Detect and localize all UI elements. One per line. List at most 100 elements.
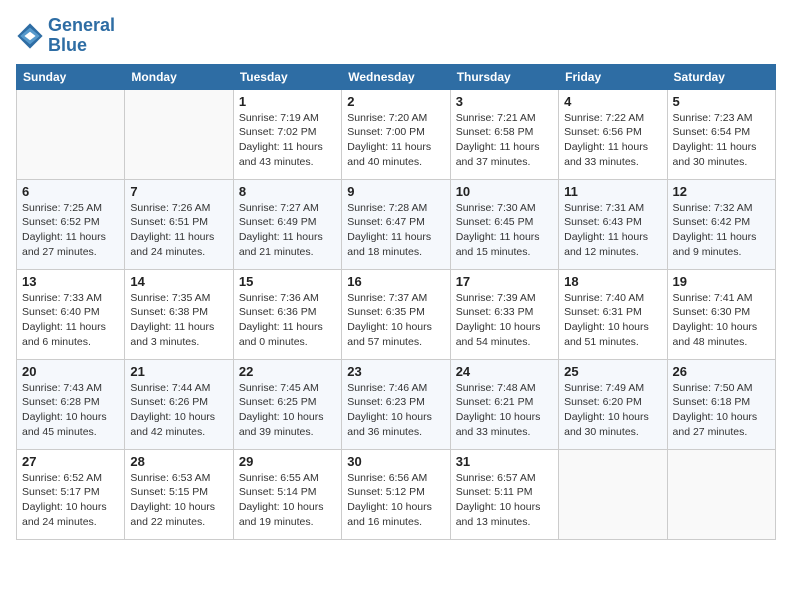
calendar-week-2: 6 Sunrise: 7:25 AM Sunset: 6:52 PM Daylig… (17, 179, 776, 269)
day-number: 29 (239, 454, 336, 469)
day-info: Sunrise: 7:35 AM Sunset: 6:38 PM Dayligh… (130, 291, 227, 350)
day-info: Sunrise: 7:26 AM Sunset: 6:51 PM Dayligh… (130, 201, 227, 260)
day-info: Sunrise: 6:52 AM Sunset: 5:17 PM Dayligh… (22, 471, 119, 530)
day-info: Sunrise: 7:49 AM Sunset: 6:20 PM Dayligh… (564, 381, 661, 440)
day-number: 27 (22, 454, 119, 469)
day-info: Sunrise: 7:36 AM Sunset: 6:36 PM Dayligh… (239, 291, 336, 350)
calendar-cell: 26 Sunrise: 7:50 AM Sunset: 6:18 PM Dayli… (667, 359, 775, 449)
day-info: Sunrise: 7:40 AM Sunset: 6:31 PM Dayligh… (564, 291, 661, 350)
day-number: 20 (22, 364, 119, 379)
calendar-cell: 31Sunrise: 6:57 AM Sunset: 5:11 PM Dayli… (450, 449, 558, 539)
day-number: 7 (130, 184, 227, 199)
calendar-cell: 13Sunrise: 7:33 AM Sunset: 6:40 PM Dayli… (17, 269, 125, 359)
day-number: 16 (347, 274, 444, 289)
col-header-tuesday: Tuesday (233, 64, 341, 89)
day-info: Sunrise: 7:19 AM Sunset: 7:02 PM Dayligh… (239, 111, 336, 170)
calendar-cell: 2 Sunrise: 7:20 AM Sunset: 7:00 PM Daylig… (342, 89, 450, 179)
logo-text: General Blue (48, 16, 115, 56)
day-info: Sunrise: 7:23 AM Sunset: 6:54 PM Dayligh… (673, 111, 770, 170)
day-info: Sunrise: 7:21 AM Sunset: 6:58 PM Dayligh… (456, 111, 553, 170)
calendar-cell: 30Sunrise: 6:56 AM Sunset: 5:12 PM Dayli… (342, 449, 450, 539)
day-info: Sunrise: 7:39 AM Sunset: 6:33 PM Dayligh… (456, 291, 553, 350)
day-number: 2 (347, 94, 444, 109)
calendar-cell: 24 Sunrise: 7:48 AM Sunset: 6:21 PM Dayli… (450, 359, 558, 449)
day-number: 24 (456, 364, 553, 379)
calendar-week-1: 1 Sunrise: 7:19 AM Sunset: 7:02 PM Daylig… (17, 89, 776, 179)
day-info: Sunrise: 7:32 AM Sunset: 6:42 PM Dayligh… (673, 201, 770, 260)
col-header-monday: Monday (125, 64, 233, 89)
day-info: Sunrise: 7:28 AM Sunset: 6:47 PM Dayligh… (347, 201, 444, 260)
day-number: 30 (347, 454, 444, 469)
day-number: 13 (22, 274, 119, 289)
day-info: Sunrise: 6:57 AM Sunset: 5:11 PM Dayligh… (456, 471, 553, 530)
calendar-cell: 1 Sunrise: 7:19 AM Sunset: 7:02 PM Daylig… (233, 89, 341, 179)
col-header-wednesday: Wednesday (342, 64, 450, 89)
calendar-cell: 19 Sunrise: 7:41 AM Sunset: 6:30 PM Dayli… (667, 269, 775, 359)
calendar-cell: 29 Sunrise: 6:55 AM Sunset: 5:14 PM Dayli… (233, 449, 341, 539)
day-info: Sunrise: 7:37 AM Sunset: 6:35 PM Dayligh… (347, 291, 444, 350)
day-number: 28 (130, 454, 227, 469)
calendar-cell: 7 Sunrise: 7:26 AM Sunset: 6:51 PM Daylig… (125, 179, 233, 269)
day-number: 12 (673, 184, 770, 199)
calendar-week-3: 13Sunrise: 7:33 AM Sunset: 6:40 PM Dayli… (17, 269, 776, 359)
day-info: Sunrise: 7:20 AM Sunset: 7:00 PM Dayligh… (347, 111, 444, 170)
calendar-cell (17, 89, 125, 179)
day-number: 21 (130, 364, 227, 379)
day-number: 11 (564, 184, 661, 199)
day-number: 22 (239, 364, 336, 379)
day-number: 18 (564, 274, 661, 289)
calendar-cell: 5 Sunrise: 7:23 AM Sunset: 6:54 PM Daylig… (667, 89, 775, 179)
calendar-cell (125, 89, 233, 179)
day-info: Sunrise: 7:48 AM Sunset: 6:21 PM Dayligh… (456, 381, 553, 440)
day-number: 19 (673, 274, 770, 289)
calendar-cell: 6 Sunrise: 7:25 AM Sunset: 6:52 PM Daylig… (17, 179, 125, 269)
calendar-cell: 20 Sunrise: 7:43 AM Sunset: 6:28 PM Dayli… (17, 359, 125, 449)
calendar-cell: 18 Sunrise: 7:40 AM Sunset: 6:31 PM Dayli… (559, 269, 667, 359)
day-number: 4 (564, 94, 661, 109)
day-number: 23 (347, 364, 444, 379)
calendar-cell: 4Sunrise: 7:22 AM Sunset: 6:56 PM Daylig… (559, 89, 667, 179)
page-header: General Blue (16, 16, 776, 56)
calendar-cell: 15 Sunrise: 7:36 AM Sunset: 6:36 PM Dayli… (233, 269, 341, 359)
day-info: Sunrise: 7:43 AM Sunset: 6:28 PM Dayligh… (22, 381, 119, 440)
calendar-cell: 16 Sunrise: 7:37 AM Sunset: 6:35 PM Dayli… (342, 269, 450, 359)
calendar-cell: 27 Sunrise: 6:52 AM Sunset: 5:17 PM Dayli… (17, 449, 125, 539)
calendar-cell: 28 Sunrise: 6:53 AM Sunset: 5:15 PM Dayli… (125, 449, 233, 539)
day-number: 25 (564, 364, 661, 379)
day-number: 17 (456, 274, 553, 289)
day-number: 1 (239, 94, 336, 109)
col-header-thursday: Thursday (450, 64, 558, 89)
day-number: 26 (673, 364, 770, 379)
day-number: 15 (239, 274, 336, 289)
day-number: 10 (456, 184, 553, 199)
day-number: 14 (130, 274, 227, 289)
day-number: 3 (456, 94, 553, 109)
calendar-week-5: 27 Sunrise: 6:52 AM Sunset: 5:17 PM Dayli… (17, 449, 776, 539)
day-info: Sunrise: 7:27 AM Sunset: 6:49 PM Dayligh… (239, 201, 336, 260)
day-info: Sunrise: 6:55 AM Sunset: 5:14 PM Dayligh… (239, 471, 336, 530)
calendar-cell: 12 Sunrise: 7:32 AM Sunset: 6:42 PM Dayli… (667, 179, 775, 269)
calendar-week-4: 20 Sunrise: 7:43 AM Sunset: 6:28 PM Dayli… (17, 359, 776, 449)
col-header-sunday: Sunday (17, 64, 125, 89)
calendar-cell: 8 Sunrise: 7:27 AM Sunset: 6:49 PM Daylig… (233, 179, 341, 269)
logo-icon (16, 22, 44, 50)
col-header-friday: Friday (559, 64, 667, 89)
calendar-cell: 9Sunrise: 7:28 AM Sunset: 6:47 PM Daylig… (342, 179, 450, 269)
calendar-cell (559, 449, 667, 539)
day-number: 6 (22, 184, 119, 199)
day-info: Sunrise: 7:41 AM Sunset: 6:30 PM Dayligh… (673, 291, 770, 350)
calendar-table: SundayMondayTuesdayWednesdayThursdayFrid… (16, 64, 776, 540)
calendar-cell: 11 Sunrise: 7:31 AM Sunset: 6:43 PM Dayli… (559, 179, 667, 269)
day-info: Sunrise: 6:53 AM Sunset: 5:15 PM Dayligh… (130, 471, 227, 530)
day-info: Sunrise: 7:46 AM Sunset: 6:23 PM Dayligh… (347, 381, 444, 440)
calendar-cell: 17 Sunrise: 7:39 AM Sunset: 6:33 PM Dayli… (450, 269, 558, 359)
day-number: 5 (673, 94, 770, 109)
day-info: Sunrise: 7:31 AM Sunset: 6:43 PM Dayligh… (564, 201, 661, 260)
day-info: Sunrise: 7:25 AM Sunset: 6:52 PM Dayligh… (22, 201, 119, 260)
calendar-cell: 23 Sunrise: 7:46 AM Sunset: 6:23 PM Dayli… (342, 359, 450, 449)
day-info: Sunrise: 7:50 AM Sunset: 6:18 PM Dayligh… (673, 381, 770, 440)
calendar-cell: 21Sunrise: 7:44 AM Sunset: 6:26 PM Dayli… (125, 359, 233, 449)
calendar-cell: 10Sunrise: 7:30 AM Sunset: 6:45 PM Dayli… (450, 179, 558, 269)
calendar-cell: 25 Sunrise: 7:49 AM Sunset: 6:20 PM Dayli… (559, 359, 667, 449)
day-number: 8 (239, 184, 336, 199)
